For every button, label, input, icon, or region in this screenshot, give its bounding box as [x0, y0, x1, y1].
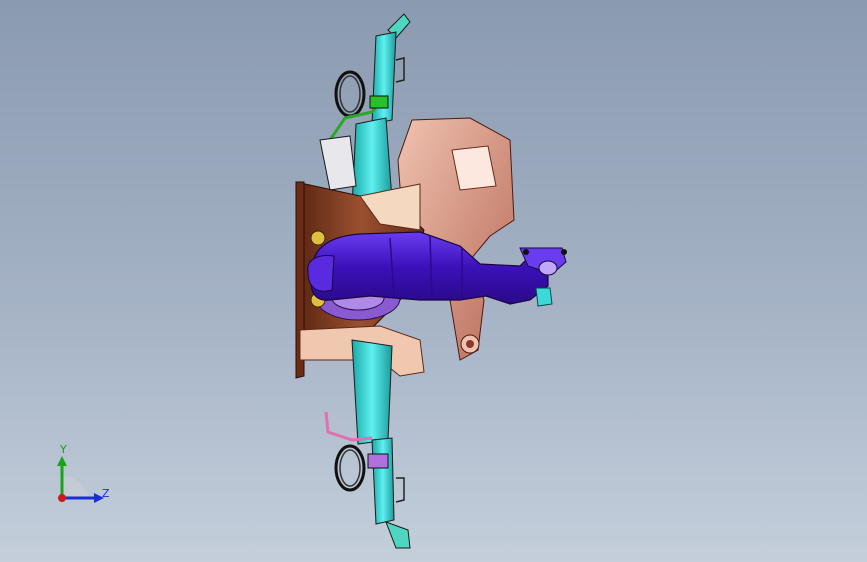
exhaust-pipe[interactable] [307, 231, 567, 307]
top-wire-loop[interactable] [334, 70, 366, 118]
y-axis-label: Y [60, 443, 67, 456]
x-axis-point [58, 494, 66, 502]
cad-viewport[interactable]: Y Z [0, 0, 867, 562]
bottom-wire-loop[interactable] [334, 444, 366, 492]
z-axis-label: Z [102, 487, 110, 500]
lower-cyan-shield[interactable] [351, 339, 395, 525]
engine-exhaust-assembly-model[interactable] [0, 0, 867, 562]
